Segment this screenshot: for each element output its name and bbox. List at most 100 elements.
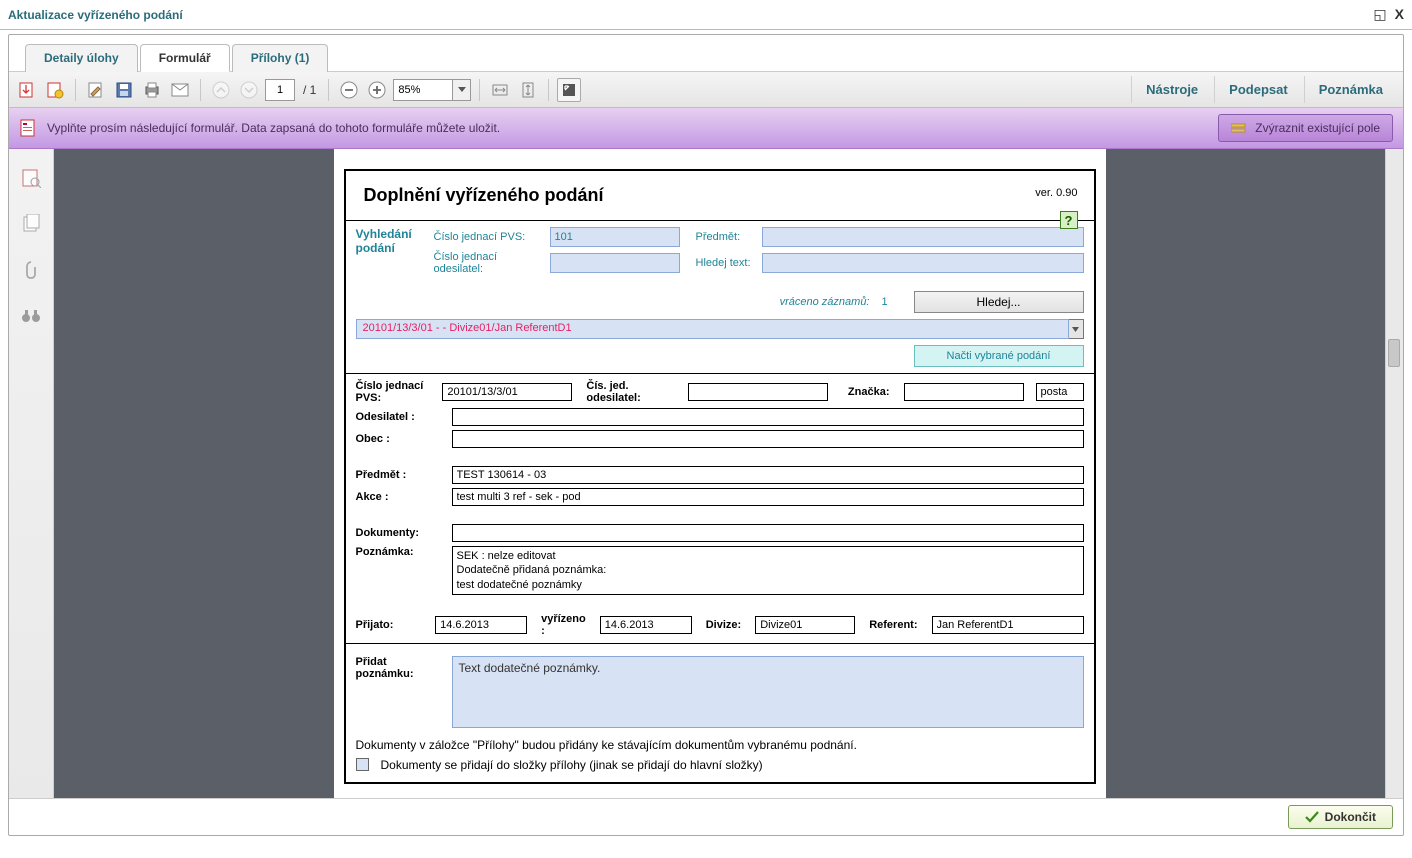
cj-odesilatel-search-input[interactable]: [550, 253, 680, 273]
search-button[interactable]: Hledej...: [914, 291, 1084, 313]
tab-formular[interactable]: Formulář: [140, 44, 230, 72]
form-title: Doplnění vyřízeného podání: [364, 185, 1076, 206]
page-number-input[interactable]: [265, 79, 295, 101]
pages-icon[interactable]: [18, 211, 44, 237]
poznamka-label: Poznámka:: [356, 546, 446, 558]
hledej-text-label: Hledej text:: [696, 257, 756, 269]
referent-label: Referent:: [869, 619, 917, 631]
highlight-fields-button[interactable]: Zvýraznit existující pole: [1218, 114, 1393, 142]
predmet-field[interactable]: [452, 466, 1084, 484]
documents-folder-checkbox[interactable]: [356, 758, 369, 771]
podepsat-button[interactable]: Podepsat: [1214, 76, 1302, 103]
hledej-text-input[interactable]: [762, 253, 1084, 273]
help-icon[interactable]: ?: [1060, 211, 1078, 229]
znacka-label: Značka:: [848, 386, 890, 398]
tab-prilohy[interactable]: Přílohy (1): [232, 44, 329, 72]
predmet-search-label: Předmět:: [696, 231, 756, 243]
pdf-toolbar: / 1 Nástroje Podepsat Poznámka: [9, 72, 1403, 108]
obec-label: Obec :: [356, 433, 446, 445]
odesilatel-field[interactable]: [452, 408, 1084, 426]
export-pdf-icon[interactable]: [15, 78, 39, 102]
dialog-footer: Dokončit: [9, 798, 1403, 835]
scroll-thumb[interactable]: [1388, 339, 1400, 367]
add-note-label-1: Přidat: [356, 656, 446, 668]
search-heading-2: podání: [356, 241, 424, 255]
check-icon: [1305, 811, 1319, 823]
cj-pvs-field[interactable]: [442, 383, 572, 401]
referent-field[interactable]: [932, 616, 1084, 634]
form-info-text: Vyplňte prosím následující formulář. Dat…: [47, 121, 500, 135]
obec-field[interactable]: [452, 430, 1084, 448]
page-down-icon[interactable]: [237, 78, 261, 102]
vertical-scrollbar[interactable]: [1385, 149, 1403, 798]
poznamka-field[interactable]: SEK : nelze editovat Dodatečně přidaná p…: [452, 546, 1084, 595]
akce-label: Akce :: [356, 491, 446, 503]
cj-pvs-search-input[interactable]: [550, 227, 680, 247]
divize-label: Divize:: [706, 619, 741, 631]
add-note-label-2: poznámku:: [356, 668, 446, 680]
page-total-label: / 1: [299, 83, 320, 97]
highlight-fields-label: Zvýraznit existující pole: [1255, 121, 1380, 135]
tab-bar: Detaily úlohy Formulář Přílohy (1): [9, 35, 1403, 72]
cj-odesilatel-search-label: Číslo jednací odesilatel:: [434, 251, 544, 275]
predmet-label: Předmět :: [356, 469, 446, 481]
dokumenty-field[interactable]: [452, 524, 1084, 542]
akce-field[interactable]: [452, 488, 1084, 506]
search-result-caret[interactable]: [1069, 319, 1084, 339]
add-note-textarea[interactable]: Text dodatečné poznámky.: [452, 656, 1084, 728]
restore-icon[interactable]: ◱: [1373, 6, 1386, 23]
tab-detaily-ulohy[interactable]: Detaily úlohy: [25, 44, 138, 72]
search-result-select[interactable]: 20101/13/3/01 - - Divize01/Jan ReferentD…: [356, 319, 1069, 339]
document-viewport[interactable]: Doplnění vyřízeného podání ver. 0.90 ? V…: [54, 149, 1385, 798]
records-returned-count: 1: [882, 296, 902, 308]
fit-page-icon[interactable]: [516, 78, 540, 102]
fit-width-icon[interactable]: [488, 78, 512, 102]
print-icon[interactable]: [140, 78, 164, 102]
znacka-short-field[interactable]: [904, 383, 1024, 401]
search-heading-1: Vyhledání: [356, 227, 424, 241]
zoom-dropdown-caret[interactable]: [453, 79, 471, 101]
page-up-icon[interactable]: [209, 78, 233, 102]
zoom-out-icon[interactable]: [337, 78, 361, 102]
form-version: ver. 0.90: [1035, 187, 1077, 199]
prijato-field[interactable]: [435, 616, 527, 634]
form-info-bar: Vyplňte prosím následující formulář. Dat…: [9, 108, 1403, 149]
poznamka-button[interactable]: Poznámka: [1304, 76, 1397, 103]
poznamka-line-3: test dodatečné poznámky: [457, 578, 1079, 592]
znacka-field[interactable]: [1036, 383, 1084, 401]
documents-info-text: Dokumenty v záložce "Přílohy" budou přid…: [356, 732, 1084, 758]
zoom-select[interactable]: [393, 79, 453, 101]
odesilatel-label: Odesilatel :: [356, 411, 446, 423]
cj-odesilatel-field[interactable]: [688, 383, 828, 401]
form-info-icon: [19, 118, 37, 138]
finish-button[interactable]: Dokončit: [1288, 805, 1393, 829]
window-title: Aktualizace vyřízeného podání: [8, 8, 183, 22]
close-icon[interactable]: X: [1395, 6, 1404, 23]
binoculars-icon[interactable]: [18, 303, 44, 329]
vyrizeno-label: vyřízeno :: [541, 613, 586, 637]
finish-button-label: Dokončit: [1325, 810, 1376, 824]
import-pdf-icon[interactable]: [43, 78, 67, 102]
mail-icon[interactable]: [168, 78, 192, 102]
vyrizeno-field[interactable]: [600, 616, 692, 634]
dokumenty-label: Dokumenty:: [356, 527, 446, 539]
poznamka-line-2: Dodatečně přidaná poznámka:: [457, 563, 1079, 577]
highlight-fields-icon: [1231, 121, 1249, 135]
thumbnails-icon[interactable]: [18, 165, 44, 191]
attachments-icon[interactable]: [18, 257, 44, 283]
cj-pvs-search-label: Číslo jednací PVS:: [434, 231, 544, 243]
edit-icon[interactable]: [84, 78, 108, 102]
title-bar: Aktualizace vyřízeného podání ◱ X: [0, 0, 1412, 30]
nastroje-button[interactable]: Nástroje: [1131, 76, 1212, 103]
fullscreen-icon[interactable]: [557, 78, 581, 102]
form-page: Doplnění vyřízeného podání ver. 0.90 ? V…: [334, 149, 1106, 798]
documents-folder-label: Dokumenty se přidají do složky přílohy (…: [381, 758, 763, 772]
prijato-label: Přijato:: [356, 619, 430, 631]
cj-pvs-label: Číslo jednací PVS:: [356, 380, 437, 404]
divize-field[interactable]: [755, 616, 855, 634]
content-frame: Detaily úlohy Formulář Přílohy (1): [8, 34, 1404, 836]
load-selected-button[interactable]: Načti vybrané podání: [914, 345, 1084, 367]
zoom-in-icon[interactable]: [365, 78, 389, 102]
save-icon[interactable]: [112, 78, 136, 102]
predmet-search-input[interactable]: [762, 227, 1084, 247]
